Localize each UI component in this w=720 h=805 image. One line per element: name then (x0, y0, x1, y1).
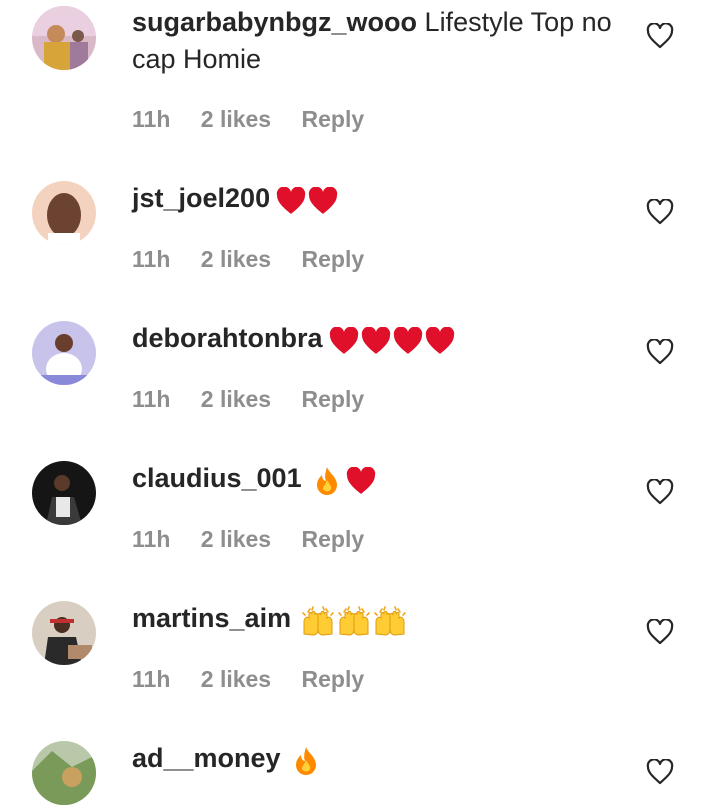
red-heart-emoji (393, 321, 423, 358)
timestamp: 11h (132, 666, 171, 692)
likes-count[interactable]: 2 likes (201, 246, 271, 272)
raising-hands-emoji (337, 601, 371, 638)
fire-emoji (314, 461, 340, 498)
username[interactable]: ad__money (132, 743, 281, 773)
avatar[interactable] (32, 741, 96, 805)
heart-outline-icon[interactable] (646, 759, 674, 785)
username[interactable]: martins_aim (132, 603, 291, 633)
heart-outline-icon[interactable] (646, 23, 674, 49)
reply-button[interactable]: Reply (302, 106, 365, 132)
avatar[interactable] (32, 461, 96, 525)
comment-text: sugarbabynbgz_wooo Lifestyle Top no cap … (132, 4, 622, 78)
red-heart-emoji (276, 181, 306, 218)
likes-count[interactable]: 2 likes (201, 106, 271, 132)
fire-emoji (293, 741, 319, 778)
comment-meta: 11h 2 likes Reply (132, 106, 388, 133)
comment-meta: 11h 2 likes Reply (132, 246, 388, 273)
likes-count[interactable]: 2 likes (201, 386, 271, 412)
red-heart-emoji (361, 321, 391, 358)
timestamp: 11h (132, 106, 171, 132)
heart-outline-icon[interactable] (646, 339, 674, 365)
avatar[interactable] (32, 601, 96, 665)
red-heart-emoji (329, 321, 359, 358)
reply-button[interactable]: Reply (302, 526, 365, 552)
reply-button[interactable]: Reply (302, 666, 365, 692)
heart-outline-icon[interactable] (646, 199, 674, 225)
reply-button[interactable]: Reply (302, 386, 365, 412)
likes-count[interactable]: 2 likes (201, 666, 271, 692)
timestamp: 11h (132, 386, 171, 412)
comment-meta: 11h 2 likes Reply (132, 666, 388, 693)
comment-text: deborahtonbra (132, 320, 622, 358)
username[interactable]: jst_joel200 (132, 183, 270, 213)
comment-meta: 11h 2 likes Reply (132, 386, 388, 413)
username[interactable]: deborahtonbra (132, 323, 323, 353)
red-heart-emoji (425, 321, 455, 358)
red-heart-emoji (346, 461, 376, 498)
username[interactable]: claudius_001 (132, 463, 302, 493)
avatar[interactable] (32, 181, 96, 245)
raising-hands-emoji (373, 601, 407, 638)
likes-count[interactable]: 2 likes (201, 526, 271, 552)
red-heart-emoji (308, 181, 338, 218)
comment-text: claudius_001 (132, 460, 622, 498)
comment-text: martins_aim (132, 600, 622, 638)
comment-text: jst_joel200 (132, 180, 622, 218)
raising-hands-emoji (301, 601, 335, 638)
timestamp: 11h (132, 246, 171, 272)
reply-button[interactable]: Reply (302, 246, 365, 272)
comment-meta: 11h 2 likes Reply (132, 526, 388, 553)
comment-text: ad__money (132, 740, 622, 778)
heart-outline-icon[interactable] (646, 619, 674, 645)
timestamp: 11h (132, 526, 171, 552)
heart-outline-icon[interactable] (646, 479, 674, 505)
avatar[interactable] (32, 321, 96, 385)
username[interactable]: sugarbabynbgz_wooo (132, 7, 417, 37)
avatar[interactable] (32, 6, 96, 70)
